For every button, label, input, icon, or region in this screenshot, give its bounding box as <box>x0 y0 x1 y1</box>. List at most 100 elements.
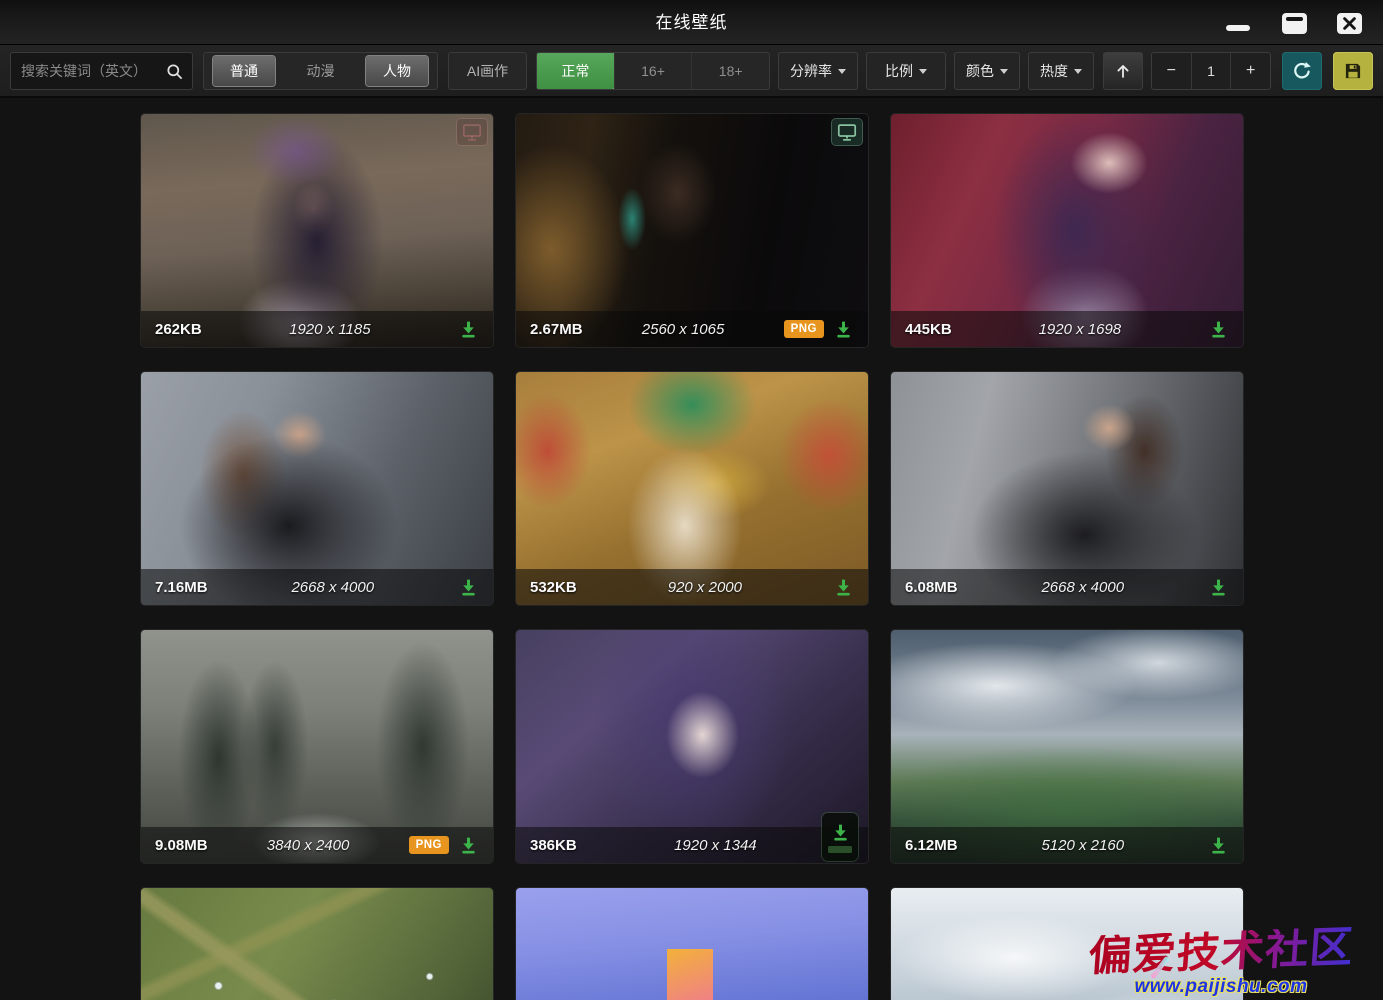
wallpaper-thumbnail <box>516 888 868 1000</box>
wallpaper-thumbnail <box>141 888 493 1000</box>
rating-button-18plus[interactable]: 18+ <box>691 53 769 89</box>
monitor-icon[interactable] <box>832 119 862 145</box>
minimize-button[interactable] <box>1226 25 1250 31</box>
file-size: 386KB <box>530 837 577 854</box>
download-icon[interactable] <box>1208 835 1229 856</box>
save-icon <box>1343 61 1363 81</box>
download-icon[interactable] <box>458 577 479 598</box>
rating-button-16plus[interactable]: 16+ <box>614 53 692 89</box>
file-size: 262KB <box>155 321 202 338</box>
file-size: 7.16MB <box>155 579 208 596</box>
resolution-dropdown[interactable]: 分辨率 <box>778 52 858 90</box>
wallpaper-grid: 262KB 1920 x 1185 2.67MB 2560 x 1065 <box>141 114 1243 1000</box>
download-icon[interactable] <box>833 577 854 598</box>
download-icon[interactable] <box>1208 577 1229 598</box>
wallpaper-card[interactable]: 445KB 1920 x 1698 <box>891 114 1243 347</box>
wallpaper-info-bar: 6.08MB 2668 x 4000 <box>891 569 1243 605</box>
resolution-label: 3840 x 2400 <box>208 837 409 854</box>
wallpaper-info-bar: 6.12MB 5120 x 2160 <box>891 827 1243 863</box>
gradient-monolith <box>667 949 713 1000</box>
arrow-up-icon <box>1113 61 1133 81</box>
search-box <box>10 52 193 90</box>
category-button-anime[interactable]: 动漫 <box>290 56 352 86</box>
file-size: 445KB <box>905 321 952 338</box>
wallpaper-info-bar: 2.67MB 2560 x 1065 PNG <box>516 311 868 347</box>
close-icon <box>1343 17 1356 30</box>
rating-button-normal[interactable]: 正常 <box>537 53 614 89</box>
file-size: 2.67MB <box>530 321 583 338</box>
wallpaper-card[interactable] <box>141 888 493 1000</box>
category-filter-group: 普通 动漫 人物 <box>203 52 438 90</box>
wallpaper-grid-area: 262KB 1920 x 1185 2.67MB 2560 x 1065 <box>0 100 1383 1000</box>
app-window: 在线壁纸 普通 动漫 人物 AI画作 正常 16+ 18+ 分辨率 <box>0 0 1383 1000</box>
wallpaper-info-bar: 532KB 920 x 2000 <box>516 569 868 605</box>
popularity-dropdown[interactable]: 热度 <box>1028 52 1094 90</box>
file-size: 6.08MB <box>905 579 958 596</box>
wallpaper-info-bar: 386KB 1920 x 1344 <box>516 827 868 863</box>
resolution-dropdown-label: 分辨率 <box>790 61 832 81</box>
download-icon[interactable] <box>458 835 479 856</box>
download-icon[interactable] <box>1208 319 1229 340</box>
sort-ascending-button[interactable] <box>1103 52 1143 90</box>
wallpaper-card[interactable]: 262KB 1920 x 1185 <box>141 114 493 347</box>
color-dropdown-label: 颜色 <box>966 61 994 81</box>
category-button-normal[interactable]: 普通 <box>213 56 275 86</box>
chevron-down-icon <box>1000 69 1008 74</box>
resolution-label: 1920 x 1698 <box>952 321 1208 338</box>
wallpaper-card[interactable]: 9.08MB 3840 x 2400 PNG <box>141 630 493 863</box>
file-size: 6.12MB <box>905 837 958 854</box>
search-input[interactable] <box>21 63 161 79</box>
category-button-people[interactable]: 人物 <box>366 56 428 86</box>
download-icon[interactable] <box>458 319 479 340</box>
maximize-button[interactable] <box>1282 13 1307 34</box>
window-title: 在线壁纸 <box>0 0 1383 45</box>
wallpaper-thumbnail <box>891 888 1243 1000</box>
maximize-icon <box>1286 17 1303 21</box>
page-increase-button[interactable]: + <box>1230 53 1270 89</box>
refresh-button[interactable] <box>1282 52 1322 90</box>
wallpaper-card[interactable] <box>516 888 868 1000</box>
resolution-label: 1920 x 1185 <box>202 321 458 338</box>
wallpaper-card[interactable]: 6.08MB 2668 x 4000 <box>891 372 1243 605</box>
download-progress-bar <box>828 846 852 853</box>
save-button[interactable] <box>1333 52 1373 90</box>
file-size: 532KB <box>530 579 577 596</box>
wallpaper-info-bar: 445KB 1920 x 1698 <box>891 311 1243 347</box>
chevron-down-icon <box>919 69 927 74</box>
wallpaper-card[interactable]: 2.67MB 2560 x 1065 PNG <box>516 114 868 347</box>
page-stepper: − 1 + <box>1151 52 1271 90</box>
refresh-icon <box>1291 60 1313 82</box>
page-number: 1 <box>1191 53 1231 89</box>
ai-art-button[interactable]: AI画作 <box>448 52 527 90</box>
resolution-label: 920 x 2000 <box>577 579 833 596</box>
file-size: 9.08MB <box>155 837 208 854</box>
wallpaper-card[interactable]: 6.12MB 5120 x 2160 <box>891 630 1243 863</box>
toolbar: 普通 动漫 人物 AI画作 正常 16+ 18+ 分辨率 比例 颜色 热度 <box>0 45 1383 98</box>
search-icon[interactable] <box>165 62 184 81</box>
wallpaper-info-bar: 262KB 1920 x 1185 <box>141 311 493 347</box>
wallpaper-card[interactable]: 7.16MB 2668 x 4000 <box>141 372 493 605</box>
ratio-dropdown-label: 比例 <box>885 61 913 81</box>
color-dropdown[interactable]: 颜色 <box>954 52 1020 90</box>
download-icon[interactable] <box>822 813 858 861</box>
close-button[interactable] <box>1337 13 1362 34</box>
resolution-label: 2668 x 4000 <box>958 579 1208 596</box>
monitor-icon[interactable] <box>457 119 487 145</box>
wallpaper-card[interactable]: 532KB 920 x 2000 <box>516 372 868 605</box>
resolution-label: 2560 x 1065 <box>583 321 784 338</box>
chevron-down-icon <box>1074 69 1082 74</box>
download-icon[interactable] <box>833 319 854 340</box>
rating-filter-group: 正常 16+ 18+ <box>536 52 770 90</box>
wallpaper-card[interactable] <box>891 888 1243 1000</box>
resolution-label: 2668 x 4000 <box>208 579 458 596</box>
chevron-down-icon <box>838 69 846 74</box>
titlebar: 在线壁纸 <box>0 0 1383 45</box>
png-badge: PNG <box>409 836 449 854</box>
ratio-dropdown[interactable]: 比例 <box>866 52 946 90</box>
popularity-dropdown-label: 热度 <box>1040 61 1068 81</box>
png-badge: PNG <box>784 320 824 338</box>
wallpaper-info-bar: 7.16MB 2668 x 4000 <box>141 569 493 605</box>
page-decrease-button[interactable]: − <box>1152 53 1191 89</box>
resolution-label: 1920 x 1344 <box>577 837 854 854</box>
wallpaper-card[interactable]: 386KB 1920 x 1344 <box>516 630 868 863</box>
